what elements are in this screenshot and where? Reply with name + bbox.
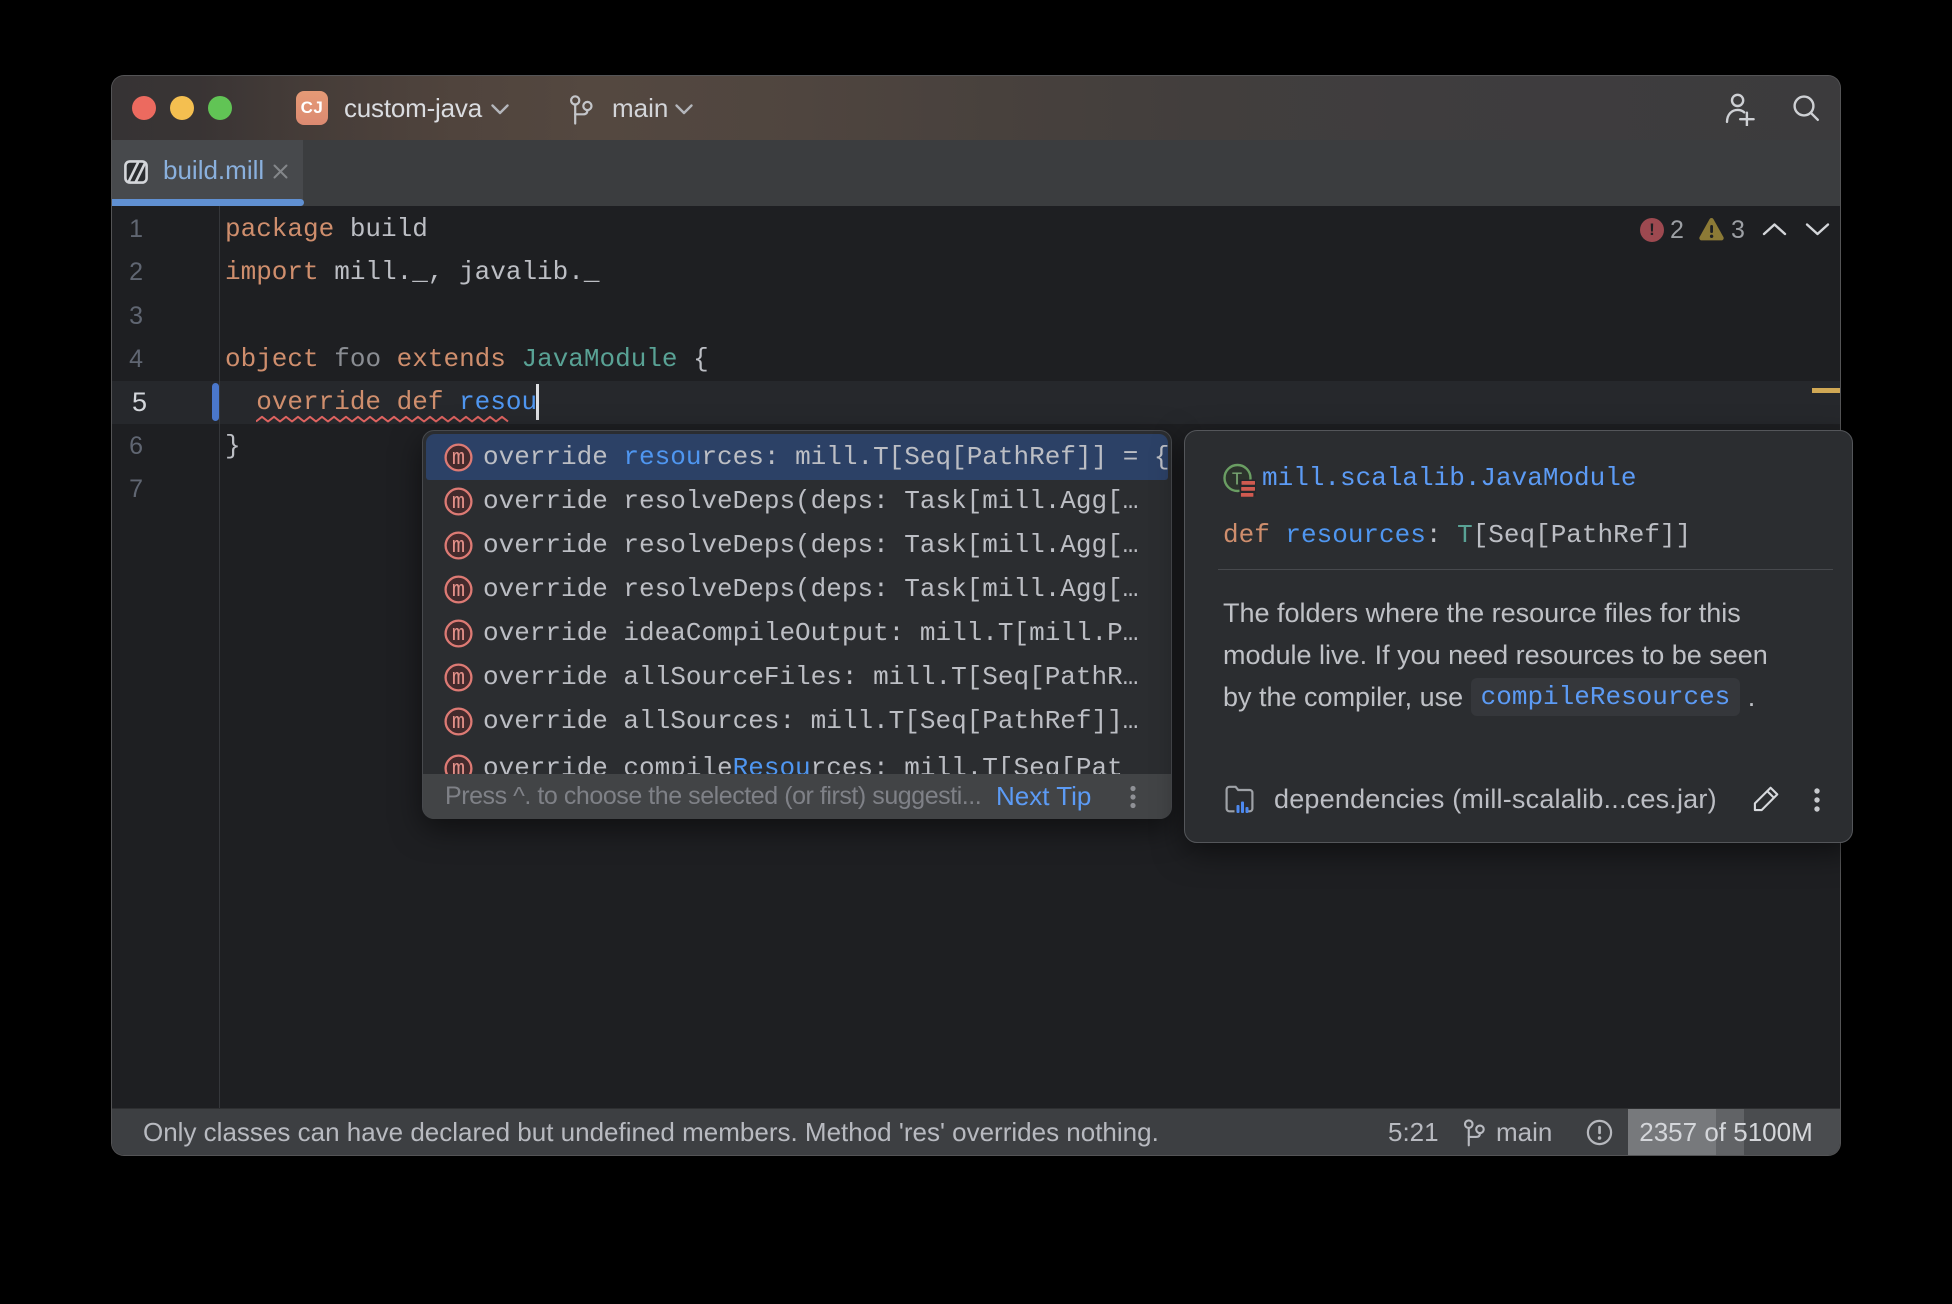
svg-text:m: m <box>452 666 465 691</box>
svg-text:m: m <box>452 446 465 471</box>
svg-text:m: m <box>452 578 465 603</box>
svg-text:m: m <box>452 622 465 647</box>
svg-text:m: m <box>452 490 465 515</box>
svg-text:m: m <box>452 534 465 559</box>
svg-text:m: m <box>452 757 465 774</box>
svg-text:m: m <box>452 710 465 735</box>
